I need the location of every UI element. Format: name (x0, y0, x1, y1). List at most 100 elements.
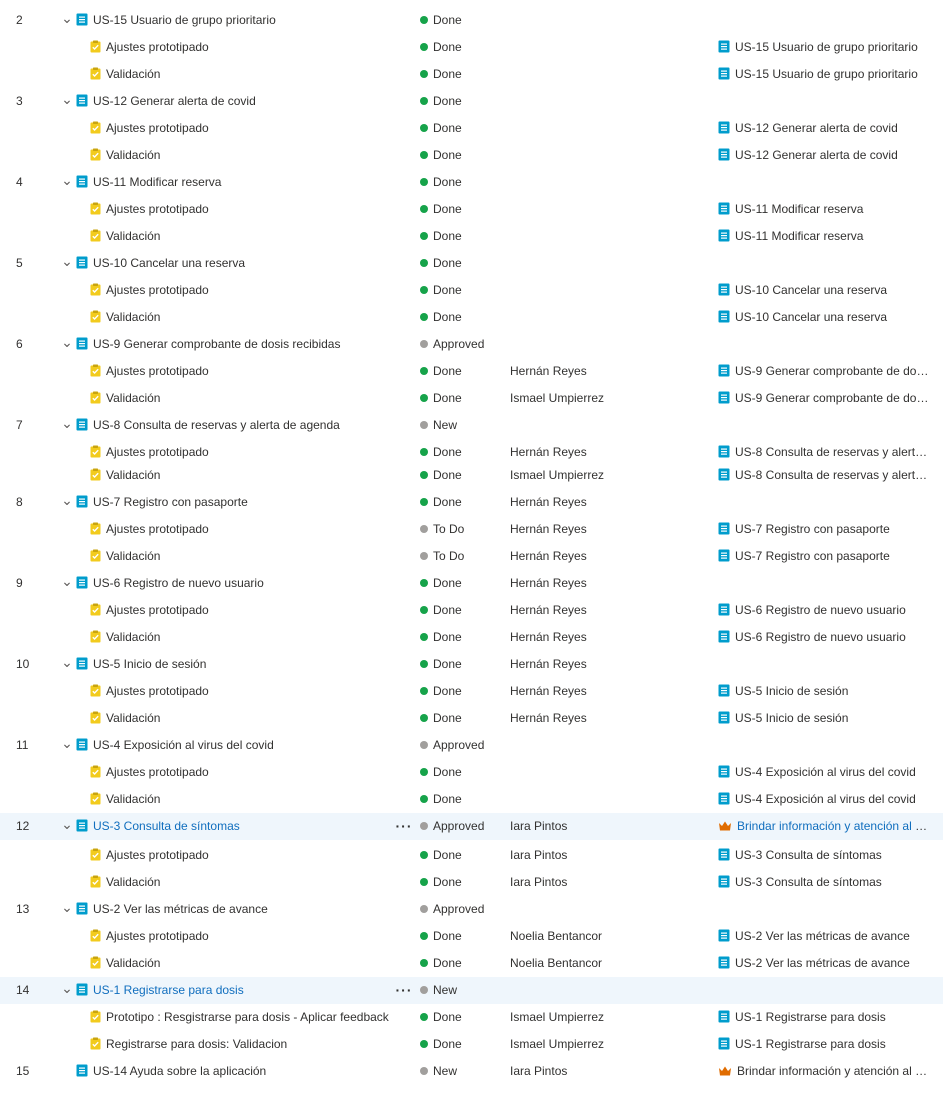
parent-title[interactable]: US-4 Exposición al virus del covid (735, 792, 916, 806)
work-item-title[interactable]: Validación (90, 543, 390, 570)
work-item-title[interactable]: US-2 Ver las métricas de avance (76, 896, 386, 923)
work-item-title[interactable]: Ajustes prototipado (90, 115, 390, 142)
parent-title[interactable]: US-4 Exposición al virus del covid (735, 765, 916, 779)
chevron-down-icon[interactable]: ⌄ (61, 813, 73, 840)
parent-link[interactable]: Brindar información y atención al usuari… (718, 813, 933, 840)
task-row[interactable]: Validación To Do Hernán Reyes US-7 Registro… (0, 543, 943, 570)
work-item-title[interactable]: US-15 Usuario de grupo prioritario (76, 7, 386, 34)
chevron-down-icon[interactable]: ⌄ (61, 250, 73, 277)
parent-link[interactable]: US-4 Exposición al virus del covid (718, 786, 933, 813)
chevron-down-icon[interactable]: ⌄ (61, 169, 73, 196)
parent-title[interactable]: US-1 Registrarse para dosis (735, 1037, 886, 1051)
task-row[interactable]: Registrarse para dosis: Validacion Done Is… (0, 1031, 943, 1058)
story-row[interactable]: 4 ⌄ US-11 Modificar reserva Done (0, 169, 943, 196)
parent-link[interactable]: US-10 Cancelar una reserva (718, 304, 933, 331)
parent-title[interactable]: US-15 Usuario de grupo prioritario (735, 40, 918, 54)
title-text[interactable]: US-1 Registrarse para dosis (93, 983, 244, 997)
task-row[interactable]: Ajustes prototipado Done US-10 Cancelar un… (0, 277, 943, 304)
parent-title[interactable]: US-5 Inicio de sesión (735, 684, 848, 698)
title-text[interactable]: Validación (106, 391, 160, 405)
task-row[interactable]: Validación Done US-10 Cancelar una reserva (0, 304, 943, 331)
parent-title[interactable]: US-2 Ver las métricas de avance (735, 956, 910, 970)
work-item-title[interactable]: US-7 Registro con pasaporte (76, 489, 386, 516)
parent-title[interactable]: US-7 Registro con pasaporte (735, 549, 890, 563)
parent-link[interactable]: US-4 Exposición al virus del covid (718, 759, 933, 786)
task-row[interactable]: Validación Done US-4 Exposición al virus d… (0, 786, 943, 813)
work-item-title[interactable]: US-12 Generar alerta de covid (76, 88, 386, 115)
work-item-title[interactable]: Ajustes prototipado (90, 358, 390, 385)
parent-link[interactable]: US-6 Registro de nuevo usuario (718, 597, 933, 624)
parent-link[interactable]: US-12 Generar alerta de covid (718, 142, 933, 169)
parent-link[interactable]: US-8 Consulta de reservas y alerta de ag… (718, 462, 933, 489)
work-item-title[interactable]: Ajustes prototipado (90, 516, 390, 543)
title-text[interactable]: US-15 Usuario de grupo prioritario (93, 13, 276, 27)
task-row[interactable]: Ajustes prototipado Done Hernán Reyes US-5 … (0, 678, 943, 705)
work-item-title[interactable]: Ajustes prototipado (90, 277, 390, 304)
more-actions-icon[interactable]: ··· (395, 813, 413, 840)
parent-link[interactable]: US-6 Registro de nuevo usuario (718, 624, 933, 651)
work-item-title[interactable]: US-11 Modificar reserva (76, 169, 386, 196)
task-row[interactable]: Validación Done Ismael Umpierrez US-8 Consu… (0, 462, 943, 489)
parent-link[interactable]: US-1 Registrarse para dosis (718, 1004, 933, 1031)
parent-title[interactable]: US-12 Generar alerta de covid (735, 121, 898, 135)
parent-title[interactable]: US-3 Consulta de síntomas (735, 848, 882, 862)
task-row[interactable]: Ajustes prototipado Done Hernán Reyes US-6 … (0, 597, 943, 624)
work-item-title[interactable]: US-5 Inicio de sesión (76, 651, 386, 678)
task-row[interactable]: Validación Done US-11 Modificar reserva (0, 223, 943, 250)
task-row[interactable]: Validación Done US-12 Generar alerta de co… (0, 142, 943, 169)
title-text[interactable]: US-2 Ver las métricas de avance (93, 902, 268, 916)
title-text[interactable]: Validación (106, 468, 160, 482)
work-item-title[interactable]: Registrarse para dosis: Validacion (90, 1031, 390, 1058)
chevron-down-icon[interactable]: ⌄ (61, 412, 73, 439)
task-row[interactable]: Validación Done US-15 Usuario de grupo pri… (0, 61, 943, 88)
task-row[interactable]: Ajustes prototipado Done Noelia Bentancor U… (0, 923, 943, 950)
parent-link[interactable]: US-2 Ver las métricas de avance (718, 950, 933, 977)
story-row[interactable]: 8 ⌄ US-7 Registro con pasaporte Done Hernán … (0, 489, 943, 516)
parent-title[interactable]: US-15 Usuario de grupo prioritario (735, 67, 918, 81)
story-row[interactable]: 9 ⌄ US-6 Registro de nuevo usuario Done Hern… (0, 570, 943, 597)
title-text[interactable]: Ajustes prototipado (106, 848, 209, 862)
chevron-down-icon[interactable]: ⌄ (61, 489, 73, 516)
work-item-title[interactable]: Validación (90, 950, 390, 977)
task-row[interactable]: Ajustes prototipado Done US-11 Modificar r… (0, 196, 943, 223)
parent-title[interactable]: Brindar información y atención al usuari… (737, 819, 933, 833)
work-item-title[interactable]: US-6 Registro de nuevo usuario (76, 570, 386, 597)
title-text[interactable]: Ajustes prototipado (106, 40, 209, 54)
parent-title[interactable]: US-8 Consulta de reservas y alerta de ag… (735, 468, 933, 482)
task-row[interactable]: Validación Done Noelia Bentancor US-2 Ver l… (0, 950, 943, 977)
title-text[interactable]: Validación (106, 310, 160, 324)
task-row[interactable]: Ajustes prototipado Done US-12 Generar ale… (0, 115, 943, 142)
title-text[interactable]: Validación (106, 148, 160, 162)
parent-link[interactable]: US-15 Usuario de grupo prioritario (718, 61, 933, 88)
parent-title[interactable]: US-3 Consulta de síntomas (735, 875, 882, 889)
parent-link[interactable]: US-1 Registrarse para dosis (718, 1031, 933, 1058)
parent-link[interactable]: US-9 Generar comprobante de dosis recibi… (718, 358, 933, 385)
title-text[interactable]: US-8 Consulta de reservas y alerta de ag… (93, 418, 340, 432)
work-item-title[interactable]: US-9 Generar comprobante de dosis recibi… (76, 331, 386, 358)
title-text[interactable]: Ajustes prototipado (106, 684, 209, 698)
work-item-title[interactable]: Validación (90, 786, 390, 813)
parent-link[interactable]: US-5 Inicio de sesión (718, 705, 933, 732)
story-row[interactable]: 5 ⌄ US-10 Cancelar una reserva Done (0, 250, 943, 277)
task-row[interactable]: Validación Done Hernán Reyes US-6 Registro … (0, 624, 943, 651)
title-text[interactable]: Ajustes prototipado (106, 929, 209, 943)
work-item-title[interactable]: Prototipo : Resgistrarse para dosis - Ap… (90, 1004, 390, 1031)
title-text[interactable]: US-14 Ayuda sobre la aplicación (93, 1064, 266, 1078)
title-text[interactable]: Ajustes prototipado (106, 522, 209, 536)
work-item-title[interactable]: Validación (90, 61, 390, 88)
parent-title[interactable]: US-1 Registrarse para dosis (735, 1010, 886, 1024)
parent-link[interactable]: Brindar información y atención al usuari… (718, 1058, 933, 1085)
chevron-down-icon[interactable]: ⌄ (61, 331, 73, 358)
task-row[interactable]: Validación Done Hernán Reyes US-5 Inicio de… (0, 705, 943, 732)
title-text[interactable]: Ajustes prototipado (106, 765, 209, 779)
title-text[interactable]: Ajustes prototipado (106, 283, 209, 297)
title-text[interactable]: Validación (106, 67, 160, 81)
title-text[interactable]: Validación (106, 549, 160, 563)
story-row[interactable]: 12 ⌄ US-3 Consulta de síntomas ··· Approved I… (0, 813, 943, 840)
title-text[interactable]: Ajustes prototipado (106, 202, 209, 216)
parent-link[interactable]: US-11 Modificar reserva (718, 223, 933, 250)
story-row[interactable]: 10 ⌄ US-5 Inicio de sesión Done Hernán Reyes (0, 651, 943, 678)
chevron-down-icon[interactable]: ⌄ (61, 977, 73, 1004)
title-text[interactable]: Ajustes prototipado (106, 603, 209, 617)
title-text[interactable]: Ajustes prototipado (106, 364, 209, 378)
